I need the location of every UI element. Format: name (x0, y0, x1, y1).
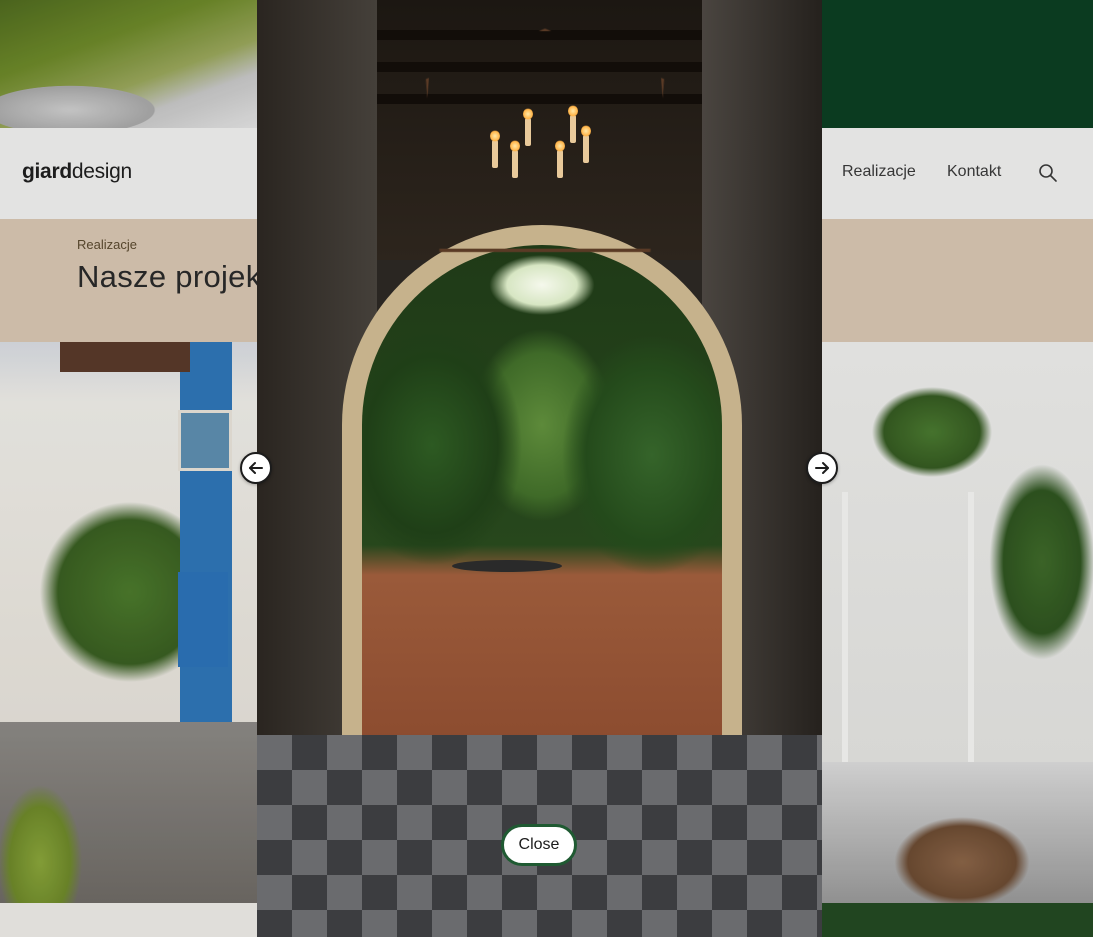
photo-courtyard (362, 245, 722, 765)
photo-candle (490, 130, 500, 168)
photo-candle (510, 140, 520, 178)
arrow-right-icon (815, 462, 829, 474)
photo-candle (581, 125, 591, 163)
photo-candle (523, 108, 533, 146)
lightbox-prev-button[interactable] (240, 452, 272, 484)
photo-table (452, 560, 562, 572)
lightbox-next-button[interactable] (806, 452, 838, 484)
photo-candle (555, 140, 565, 178)
lightbox-image (257, 0, 822, 937)
lightbox-close-button[interactable]: Close (501, 824, 577, 866)
photo-candle (568, 105, 578, 143)
arrow-left-icon (249, 462, 263, 474)
